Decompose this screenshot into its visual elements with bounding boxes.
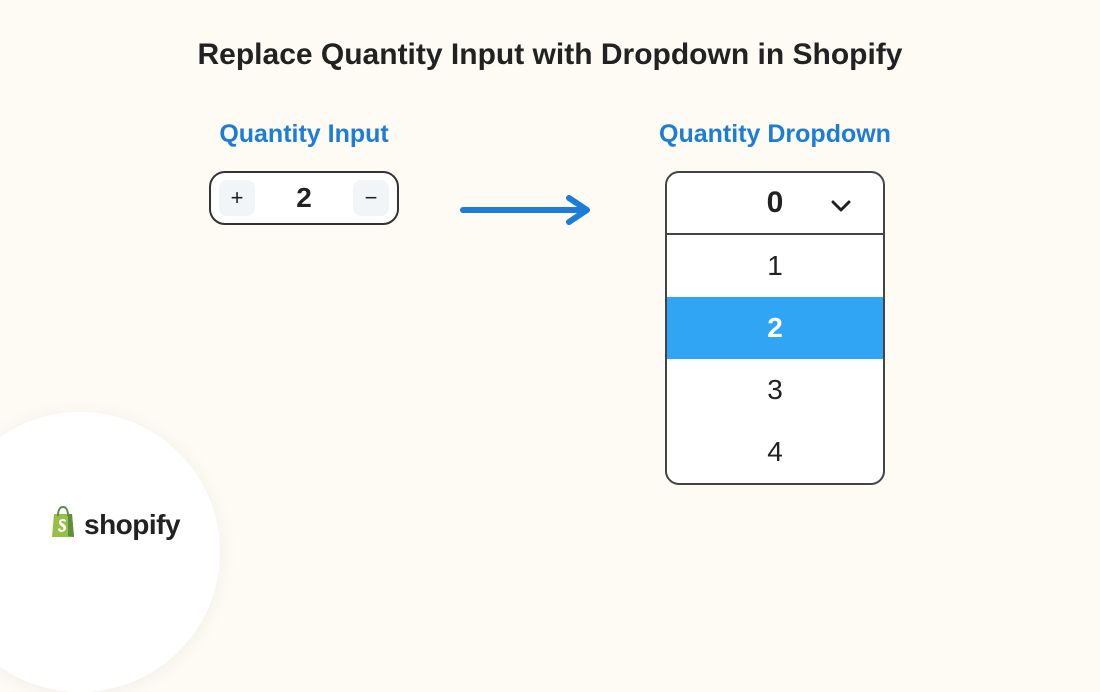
dropdown-selected-value: 0 [767, 186, 784, 220]
dropdown-option[interactable]: 1 [667, 235, 883, 297]
quantity-dropdown[interactable]: 0 1 2 3 4 [665, 171, 885, 485]
plus-button[interactable]: + [219, 180, 255, 216]
quantity-value: 2 [296, 182, 312, 214]
input-label: Quantity Input [219, 120, 388, 149]
chevron-down-icon [831, 186, 851, 220]
dropdown-option[interactable]: 3 [667, 359, 883, 421]
arrow-icon [459, 150, 599, 270]
quantity-stepper[interactable]: + 2 − [209, 171, 399, 225]
dropdown-list: 1 2 3 4 [667, 235, 883, 483]
dropdown-option[interactable]: 4 [667, 421, 883, 483]
shopify-bag-icon [48, 505, 78, 544]
shopify-logo: shopify [48, 505, 180, 544]
shopify-brand-text: shopify [84, 509, 180, 541]
diagram-content: Quantity Input + 2 − Quantity Dropdown 0 [0, 120, 1100, 485]
page-title: Replace Quantity Input with Dropdown in … [0, 0, 1100, 72]
dropdown-option[interactable]: 2 [667, 297, 883, 359]
quantity-input-column: Quantity Input + 2 − [209, 120, 399, 225]
dropdown-label: Quantity Dropdown [659, 120, 891, 149]
minus-button[interactable]: − [353, 180, 389, 216]
dropdown-selected[interactable]: 0 [667, 173, 883, 235]
quantity-dropdown-column: Quantity Dropdown 0 1 2 3 4 [659, 120, 891, 485]
